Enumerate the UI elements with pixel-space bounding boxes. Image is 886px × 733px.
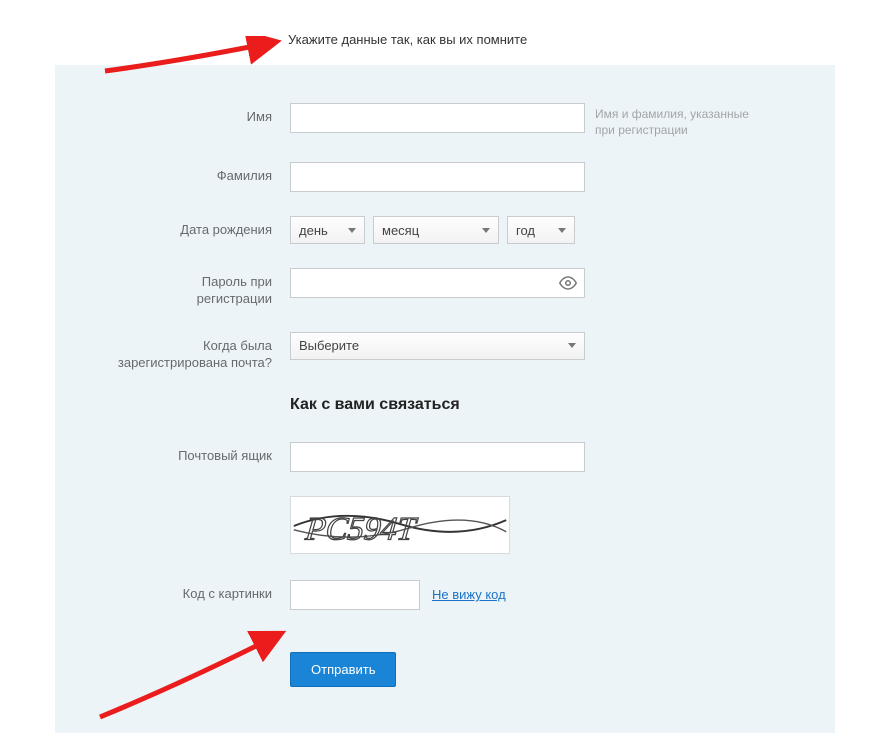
svg-text:PC594T: PC594T: [303, 511, 420, 547]
birth-month-value: месяц: [382, 223, 419, 238]
birth-year-value: год: [516, 223, 535, 238]
birth-month-select[interactable]: месяц: [373, 216, 499, 244]
mailbox-label: Почтовый ящик: [55, 442, 290, 465]
recovery-form-panel: Имя Имя и фамилия, указанные при регистр…: [55, 65, 835, 733]
name-hint: Имя и фамилия, указанные при регистрации: [585, 103, 765, 138]
when-registered-select[interactable]: Выберите: [290, 332, 585, 360]
caret-down-icon: [568, 343, 576, 348]
first-name-label: Имя: [55, 103, 290, 126]
captcha-code-input[interactable]: [290, 580, 420, 610]
birth-day-select[interactable]: день: [290, 216, 365, 244]
birth-date-label: Дата рождения: [55, 216, 290, 239]
birth-day-value: день: [299, 223, 328, 238]
last-name-input[interactable]: [290, 162, 585, 192]
first-name-input[interactable]: [290, 103, 585, 133]
birth-year-select[interactable]: год: [507, 216, 575, 244]
caret-down-icon: [558, 228, 566, 233]
instruction-hint: Укажите данные так, как вы их помните: [288, 32, 527, 47]
eye-icon[interactable]: [559, 274, 577, 292]
reg-password-label: Пароль при регистрации: [55, 268, 290, 308]
captcha-image: PC594T: [290, 496, 510, 554]
cant-see-code-link[interactable]: Не вижу код: [432, 587, 506, 602]
when-registered-label: Когда была зарегистрирована почта?: [55, 332, 290, 372]
caret-down-icon: [348, 228, 356, 233]
caret-down-icon: [482, 228, 490, 233]
contact-heading: Как с вами связаться: [290, 396, 835, 414]
last-name-label: Фамилия: [55, 162, 290, 185]
reg-password-input[interactable]: [290, 268, 585, 298]
mailbox-input[interactable]: [290, 442, 585, 472]
captcha-code-label: Код с картинки: [55, 580, 290, 603]
when-registered-value: Выберите: [299, 338, 359, 353]
submit-button[interactable]: Отправить: [290, 652, 396, 687]
